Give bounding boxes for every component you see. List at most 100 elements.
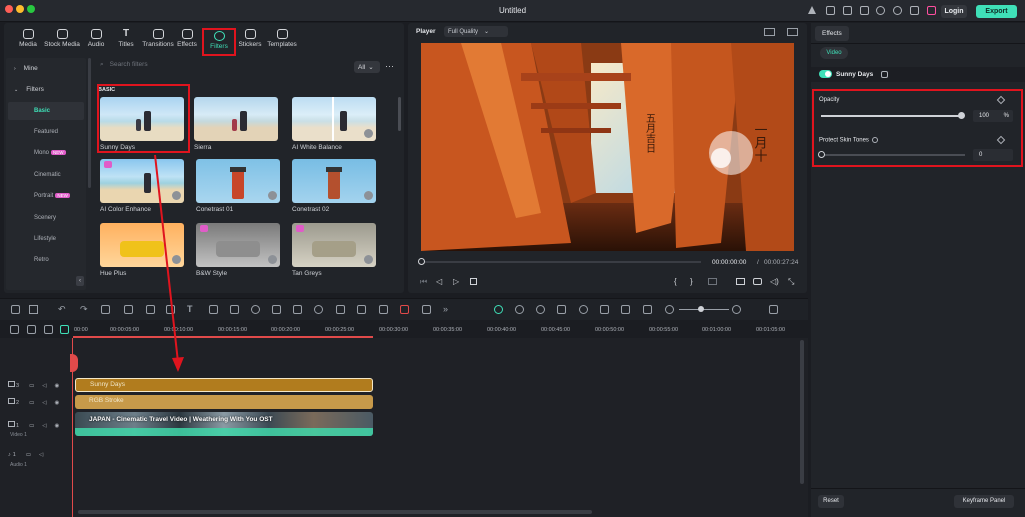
playhead-marker[interactable] [70, 354, 78, 372]
snap-icon[interactable] [515, 305, 524, 314]
keyframe-panel-button[interactable]: Keyframe Panel [954, 495, 1014, 508]
playhead-handle[interactable] [418, 258, 425, 265]
sidebar-item-scenery[interactable]: Scenery [34, 215, 56, 221]
export-button[interactable]: Export [976, 5, 1017, 18]
camera-icon[interactable] [753, 278, 762, 285]
filter-card-bw-style[interactable]: B&W Style [196, 223, 280, 277]
more-options-icon[interactable]: ··· [385, 61, 394, 71]
send-icon[interactable] [808, 6, 816, 14]
collapse-sidebar-button[interactable]: ‹ [76, 276, 84, 286]
eye-icon[interactable]: ◉ [55, 423, 60, 429]
filter-type-select[interactable]: All ⌄ [354, 61, 380, 73]
effect-toggle[interactable] [819, 70, 832, 78]
filter-card-ai-color-enhance[interactable]: AI Color Enhance [100, 159, 184, 213]
mark-in-icon[interactable]: { [674, 277, 677, 286]
filter-card-hue-plus[interactable]: Hue Plus [100, 223, 184, 277]
folder-icon[interactable]: ▭ [26, 452, 31, 458]
shield-icon[interactable] [557, 305, 566, 314]
more-tools-icon[interactable]: » [443, 305, 452, 314]
tab-media[interactable]: Media [10, 29, 46, 48]
tab-video[interactable]: Video [820, 47, 848, 59]
filter-card-conetrast-02[interactable]: Conetrast 02 [292, 159, 376, 213]
quality-select[interactable]: Full Quality ⌄ [444, 26, 508, 37]
folder-icon[interactable]: ▭ [29, 383, 34, 389]
tab-stock-media[interactable]: Stock Media [44, 29, 80, 48]
freeze-icon[interactable] [272, 305, 281, 314]
opacity-slider-handle[interactable] [958, 112, 965, 119]
tab-effects-panel[interactable]: Effects [822, 30, 842, 37]
zoom-out-icon[interactable] [665, 305, 674, 314]
skin-tones-input[interactable]: 0 [973, 149, 1013, 161]
speaker-icon[interactable]: ◁ [39, 452, 43, 458]
tab-filters[interactable]: Filters [202, 28, 236, 56]
video-clip[interactable]: JAPAN - Cinematic Travel Video | Weather… [75, 412, 373, 436]
zoom-tool-icon[interactable] [293, 305, 302, 314]
keyframe-tool-icon[interactable] [379, 305, 388, 314]
resize-icon[interactable] [209, 305, 218, 314]
undo-icon[interactable]: ↶ [58, 305, 67, 314]
zoom-slider-handle[interactable] [698, 306, 704, 312]
add-track-icon[interactable] [10, 325, 19, 334]
skin-tones-slider[interactable] [821, 154, 965, 156]
layout-icon[interactable] [764, 28, 775, 36]
play-icon[interactable]: ▷ [453, 277, 459, 286]
zoom-slider[interactable] [679, 309, 729, 310]
filters-scrollbar[interactable] [398, 97, 401, 131]
sidebar-filters[interactable]: ⌄ Filters [14, 86, 44, 93]
monitor-icon[interactable] [826, 6, 835, 15]
split-icon[interactable] [124, 305, 133, 314]
filter-card-tan-greys[interactable]: Tan Greys [292, 223, 376, 277]
layout-grid-icon[interactable] [11, 305, 20, 314]
filter-card-sierra[interactable]: Sierra [194, 97, 278, 151]
mark-out-icon[interactable]: } [690, 277, 693, 286]
picture-icon[interactable] [621, 305, 630, 314]
link-icon[interactable] [27, 325, 36, 334]
effect-settings-icon[interactable] [881, 71, 888, 78]
mic-icon[interactable] [579, 305, 588, 314]
select-tool-icon[interactable] [29, 305, 38, 314]
sidebar-scrollbar[interactable] [88, 58, 91, 188]
volume-icon[interactable]: ◁) [770, 277, 779, 286]
sidebar-item-retro[interactable]: Retro [34, 257, 49, 263]
storage-icon[interactable] [843, 6, 852, 15]
opacity-slider[interactable] [821, 115, 961, 117]
tab-titles[interactable]: T Titles [108, 29, 144, 49]
step-back-icon[interactable]: ◁ [436, 277, 442, 286]
eye-icon[interactable]: ◉ [55, 400, 60, 406]
voiceover-icon[interactable] [600, 305, 609, 314]
subtitle-icon[interactable] [643, 305, 652, 314]
playback-progress[interactable] [421, 261, 701, 263]
gift-icon[interactable] [860, 6, 869, 15]
speaker-icon[interactable]: ◁ [42, 383, 46, 389]
skin-tones-slider-handle[interactable] [818, 151, 825, 158]
effect-clip-rgb-stroke[interactable]: RGB Stroke [75, 395, 373, 409]
tracks-horizontal-scrollbar[interactable] [78, 510, 592, 514]
grid-icon[interactable] [910, 6, 919, 15]
text-tool-icon[interactable]: T [187, 305, 196, 314]
grid-settings-icon[interactable] [769, 305, 778, 314]
folder-icon[interactable]: ▭ [29, 423, 34, 429]
info-icon[interactable] [871, 137, 878, 143]
login-button[interactable]: Login [941, 5, 967, 18]
auto-ripple-icon[interactable] [494, 305, 503, 314]
sidebar-item-featured[interactable]: Featured [34, 129, 58, 135]
speed-icon[interactable] [251, 305, 260, 314]
display-icon[interactable] [736, 278, 745, 285]
speaker-icon[interactable]: ◁ [42, 423, 46, 429]
magnet-icon[interactable] [44, 325, 53, 334]
sidebar-item-lifestyle[interactable]: Lifestyle [34, 236, 56, 242]
redo-icon[interactable]: ↷ [80, 305, 89, 314]
timer-icon[interactable] [314, 305, 323, 314]
record-icon[interactable] [400, 305, 409, 314]
filter-card-ai-white-balance[interactable]: AI White Balance [292, 97, 376, 151]
headset-icon[interactable] [893, 6, 902, 15]
crop-icon[interactable] [146, 305, 155, 314]
cloud-icon[interactable] [876, 6, 885, 15]
fullscreen-icon[interactable]: ⤡ [788, 277, 794, 287]
marker-icon[interactable] [708, 278, 717, 285]
sidebar-item-basic[interactable]: Basic [34, 108, 50, 114]
folder-icon[interactable]: ▭ [29, 400, 34, 406]
render-icon[interactable] [536, 305, 545, 314]
timeline-ruler[interactable]: 00:00 00:00:05:00 00:00:10:00 00:00:15:0… [0, 320, 808, 338]
sidebar-item-portrait[interactable]: Portrait NEW [34, 193, 70, 199]
